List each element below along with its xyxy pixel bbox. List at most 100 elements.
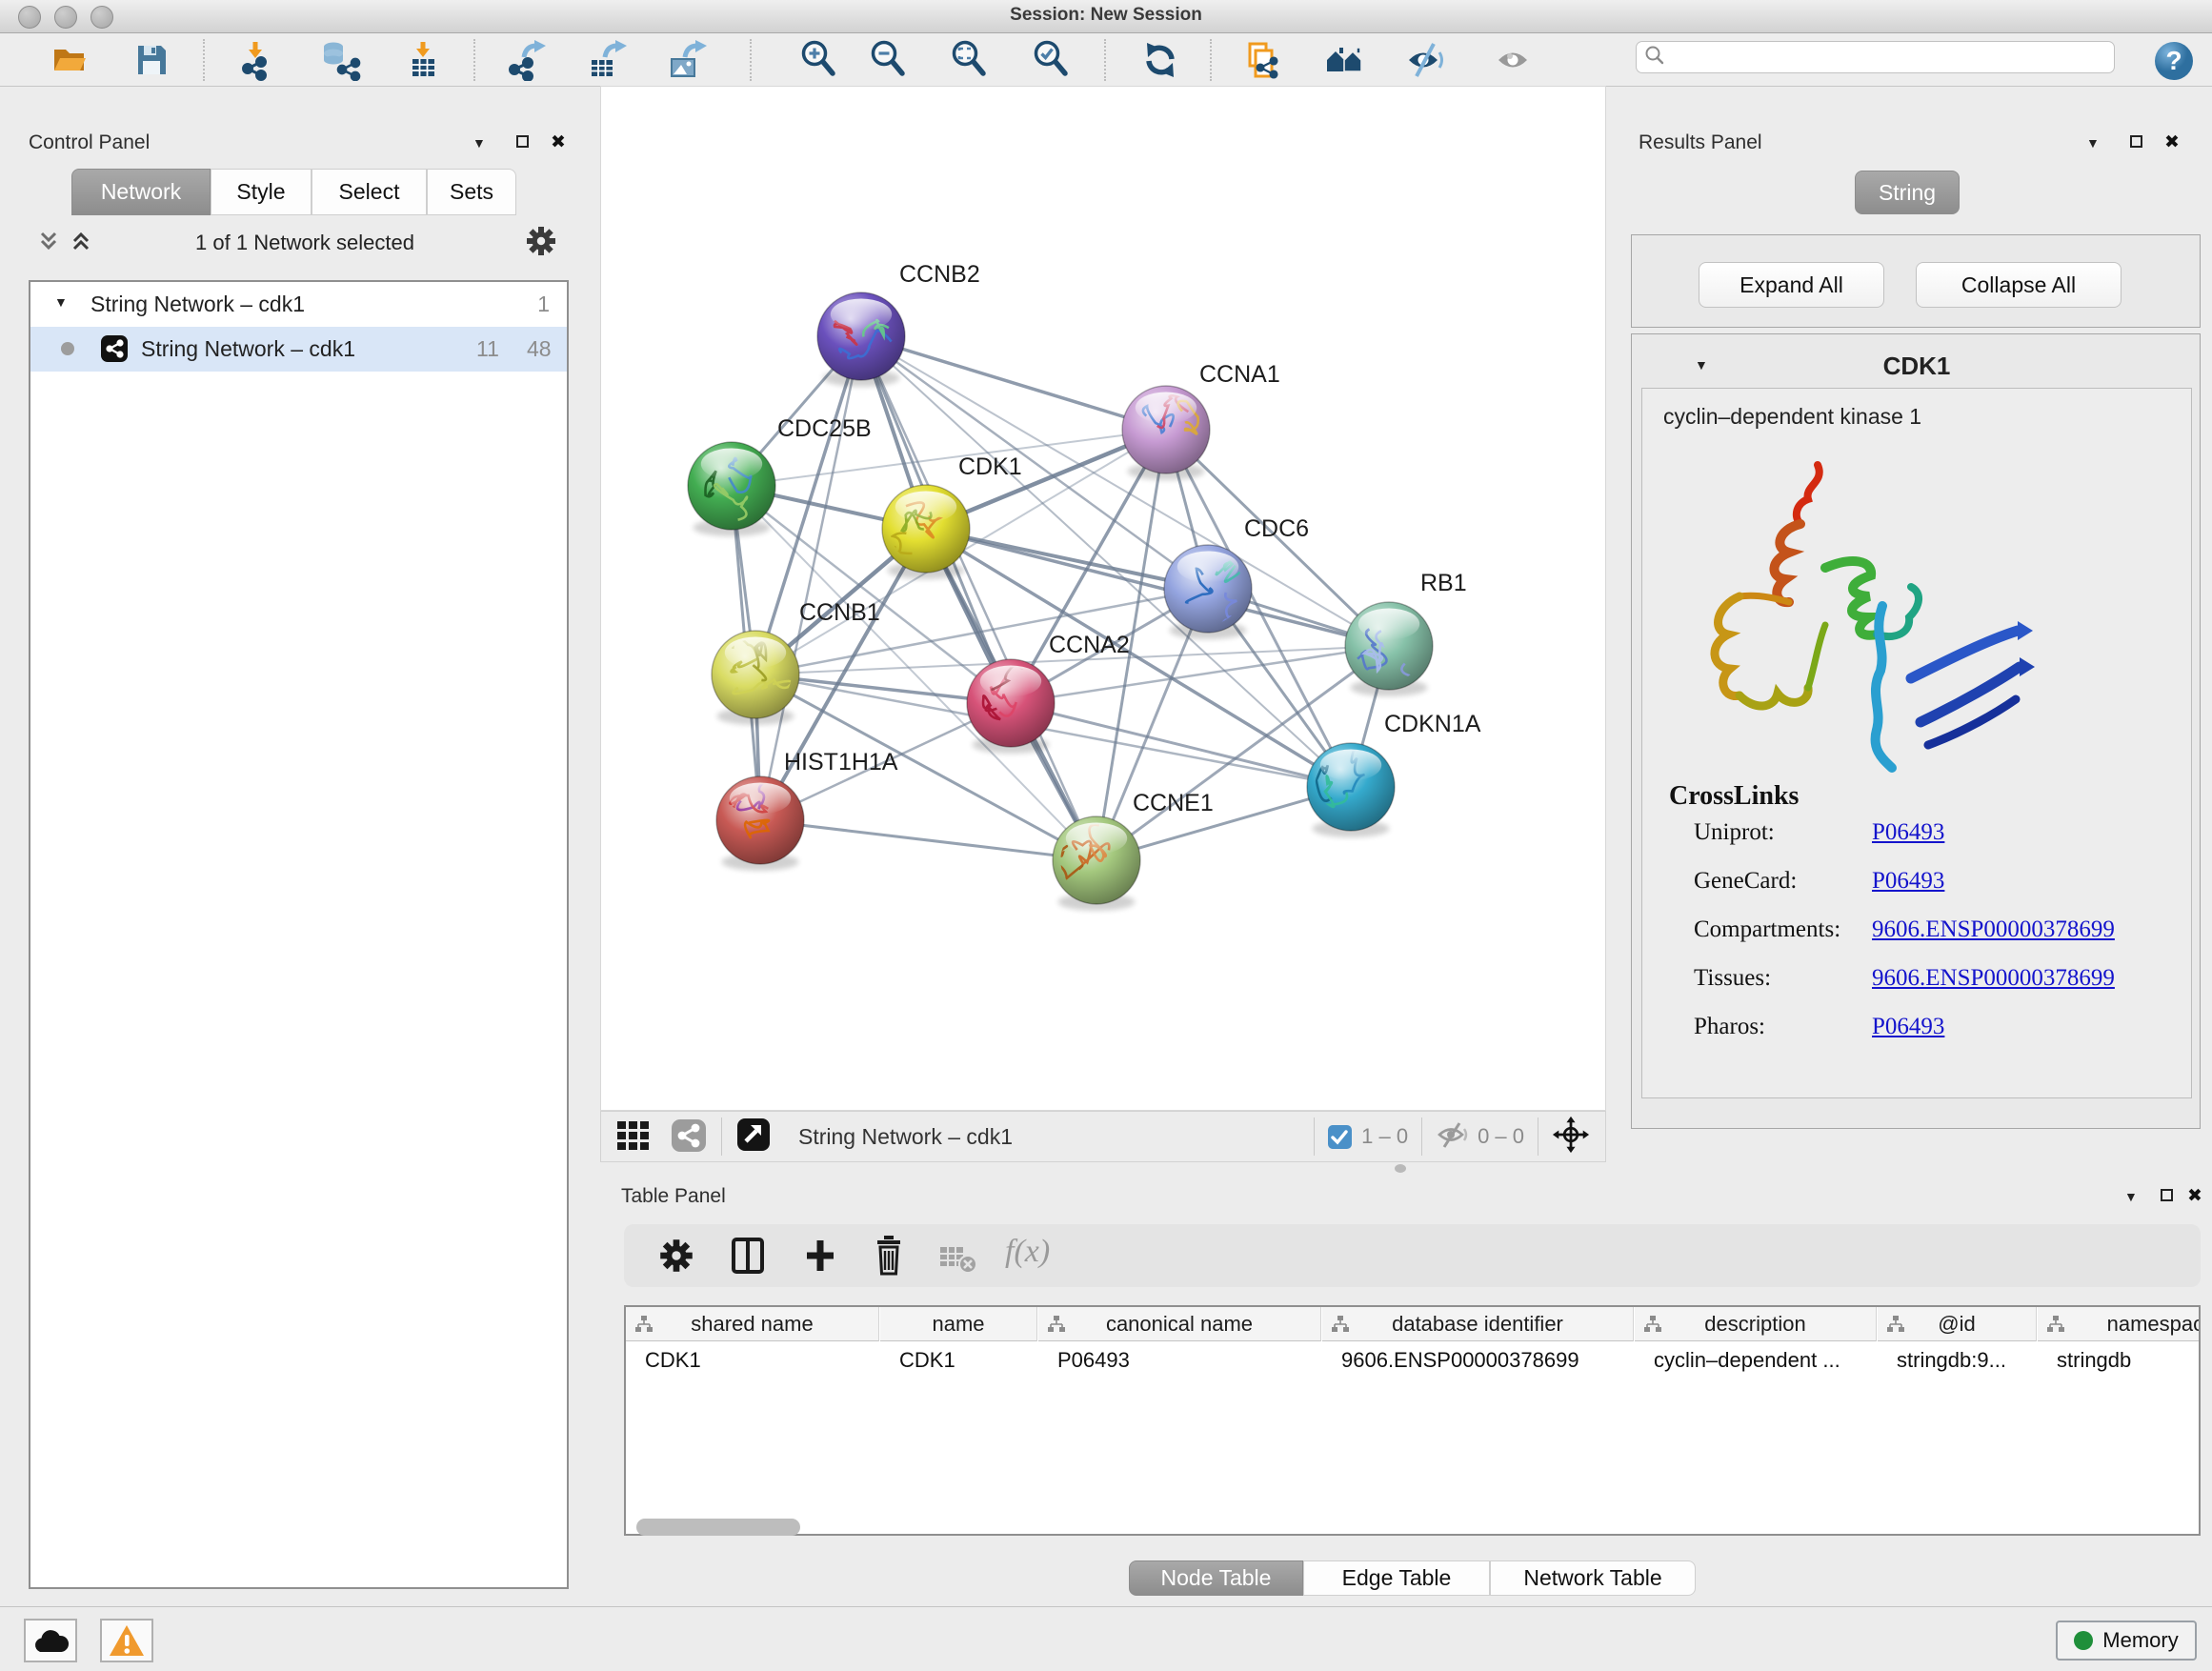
table-cell[interactable]: CDK1 xyxy=(626,1342,879,1379)
show-all-icon[interactable] xyxy=(1495,39,1537,81)
table-horizontal-scrollbar[interactable] xyxy=(636,1519,800,1536)
crosslink-value-link[interactable]: P06493 xyxy=(1872,819,1944,846)
crosslink-value-link[interactable]: P06493 xyxy=(1872,1014,1944,1040)
hide-selected-icon[interactable] xyxy=(1405,39,1447,81)
collection-name: String Network – cdk1 xyxy=(90,292,305,317)
memory-button[interactable]: Memory xyxy=(2056,1621,2197,1661)
table-cell[interactable]: 9606.ENSP00000378699 xyxy=(1322,1342,1634,1379)
column-header-namespace[interactable]: namespace xyxy=(2038,1307,2201,1341)
crosshair-move-icon[interactable] xyxy=(1552,1116,1590,1158)
crosslink-row: GeneCard: P06493 xyxy=(1694,868,2170,916)
import-network-from-database-icon[interactable] xyxy=(319,39,361,81)
tab-node-table[interactable]: Node Table xyxy=(1129,1560,1303,1596)
detach-view-icon[interactable] xyxy=(735,1117,772,1158)
delete-column-icon[interactable] xyxy=(870,1234,908,1282)
new-network-from-selection-icon[interactable] xyxy=(1239,39,1281,81)
table-cell[interactable]: stringdb:9... xyxy=(1878,1342,2037,1379)
collection-count: 1 xyxy=(537,292,550,317)
apply-preferred-layout-icon[interactable] xyxy=(1139,39,1181,81)
column-header-database-identifier[interactable]: database identifier xyxy=(1322,1307,1634,1341)
table-cell[interactable]: CDK1 xyxy=(880,1342,1037,1379)
column-header--id[interactable]: @id xyxy=(1878,1307,2037,1341)
table-cell[interactable]: stringdb xyxy=(2038,1342,2201,1379)
control-panel-close-icon[interactable]: ✖ xyxy=(551,131,566,153)
save-session-icon[interactable] xyxy=(131,39,172,81)
zoom-in-icon[interactable] xyxy=(798,39,840,81)
network-search-box[interactable] xyxy=(1636,41,2115,73)
control-panel-menu-icon[interactable]: ▼ xyxy=(473,135,486,151)
table-panel-menu-icon[interactable]: ▼ xyxy=(2124,1189,2138,1204)
warning-icon xyxy=(108,1623,146,1658)
collapse-all-chevron-icon[interactable] xyxy=(36,229,61,258)
results-panel-float-icon[interactable] xyxy=(2130,135,2142,148)
column-header-name[interactable]: name xyxy=(880,1307,1037,1341)
create-column-icon[interactable] xyxy=(801,1236,839,1280)
network-node-CDK1[interactable]: CDK1 xyxy=(882,453,1022,579)
results-panel-menu-icon[interactable]: ▼ xyxy=(2086,135,2100,151)
grid-view-icon[interactable] xyxy=(614,1116,653,1158)
collapse-all-button[interactable]: Collapse All xyxy=(1916,262,2122,308)
expand-all-button[interactable]: Expand All xyxy=(1699,262,1884,308)
open-session-icon[interactable] xyxy=(48,39,90,81)
tab-sets[interactable]: Sets xyxy=(427,169,516,215)
export-network-icon[interactable] xyxy=(505,39,547,81)
network-node-HIST1H1A[interactable]: HIST1H1A xyxy=(716,749,898,871)
crosslink-value-link[interactable]: 9606.ENSP00000378699 xyxy=(1872,965,2115,992)
collection-expand-icon[interactable]: ▼ xyxy=(54,294,68,310)
cloud-status-button[interactable] xyxy=(24,1619,77,1662)
hidden-eye-icon xyxy=(1436,1120,1470,1154)
select-columns-icon[interactable] xyxy=(729,1236,767,1280)
expand-all-chevron-icon[interactable] xyxy=(69,229,93,258)
houses-icon[interactable] xyxy=(1325,39,1367,81)
column-header-shared-name[interactable]: shared name xyxy=(626,1307,879,1341)
network-node-CDKN1A[interactable]: CDKN1A xyxy=(1307,711,1481,837)
network-node-CCNE1[interactable]: CCNE1 xyxy=(1051,790,1214,911)
crosslink-value-link[interactable]: P06493 xyxy=(1872,868,1944,895)
warning-status-button[interactable] xyxy=(100,1619,153,1662)
column-header-canonical-name[interactable]: canonical name xyxy=(1038,1307,1321,1341)
crosslink-value-link[interactable]: 9606.ENSP00000378699 xyxy=(1872,916,2115,943)
zoom-fit-content-icon[interactable] xyxy=(949,39,991,81)
tab-edge-table[interactable]: Edge Table xyxy=(1303,1560,1490,1596)
zoom-out-icon[interactable] xyxy=(868,39,910,81)
results-panel-close-icon[interactable]: ✖ xyxy=(2164,131,2180,153)
node-label: CDKN1A xyxy=(1384,711,1481,737)
table-panel-float-icon[interactable] xyxy=(2161,1189,2173,1201)
selected-checkbox[interactable] xyxy=(1328,1125,1352,1149)
network-edge[interactable] xyxy=(760,820,1096,860)
import-table-from-file-icon[interactable] xyxy=(402,39,444,81)
network-node-CDC25B[interactable]: CDC25B xyxy=(688,415,872,536)
column-header-description[interactable]: description xyxy=(1635,1307,1877,1341)
tab-network-table[interactable]: Network Table xyxy=(1490,1560,1696,1596)
network-node-RB1[interactable]: RB1 xyxy=(1345,570,1467,696)
network-options-gear-icon[interactable] xyxy=(525,225,557,262)
share-view-icon[interactable] xyxy=(670,1116,708,1158)
tab-network[interactable]: Network xyxy=(71,169,211,215)
network-edge[interactable] xyxy=(760,336,861,820)
network-row-selected[interactable]: String Network – cdk1 11 48 xyxy=(30,327,567,372)
export-image-icon[interactable] xyxy=(666,39,708,81)
network-node-CCNB1[interactable]: CCNB1 xyxy=(712,599,880,725)
zoom-selected-region-icon[interactable] xyxy=(1031,39,1073,81)
table-cell[interactable]: cyclin–dependent ... xyxy=(1635,1342,1877,1379)
export-table-icon[interactable] xyxy=(586,39,628,81)
control-panel-float-icon[interactable] xyxy=(516,135,529,148)
table-panel-close-icon[interactable]: ✖ xyxy=(2187,1185,2202,1207)
network-edge[interactable] xyxy=(861,336,1096,860)
search-input[interactable] xyxy=(1671,46,2114,70)
crosslink-label: Tissues: xyxy=(1694,965,1771,992)
network-collection-row[interactable]: ▼ String Network – cdk1 1 xyxy=(30,282,567,327)
tab-select[interactable]: Select xyxy=(312,169,427,215)
network-canvas[interactable]: CCNB2 CCNA1 CDC25B CDK1 CDC6 RB1 CCNB1 xyxy=(600,86,1606,1111)
help-button[interactable]: ? xyxy=(2153,40,2195,82)
table-cell[interactable]: P06493 xyxy=(1038,1342,1321,1379)
tab-string[interactable]: String xyxy=(1855,171,1960,214)
table-settings-gear-icon[interactable] xyxy=(658,1238,694,1278)
network-node-CCNA2[interactable]: CCNA2 xyxy=(967,632,1130,754)
network-edge[interactable] xyxy=(861,336,1166,430)
tab-style[interactable]: Style xyxy=(211,169,312,215)
network-node-CCNB2[interactable]: CCNB2 xyxy=(817,261,980,387)
splitter-handle[interactable] xyxy=(1395,1164,1406,1173)
import-network-from-file-icon[interactable] xyxy=(236,39,278,81)
node-table[interactable]: shared namenamecanonical namedatabase id… xyxy=(624,1305,2201,1536)
